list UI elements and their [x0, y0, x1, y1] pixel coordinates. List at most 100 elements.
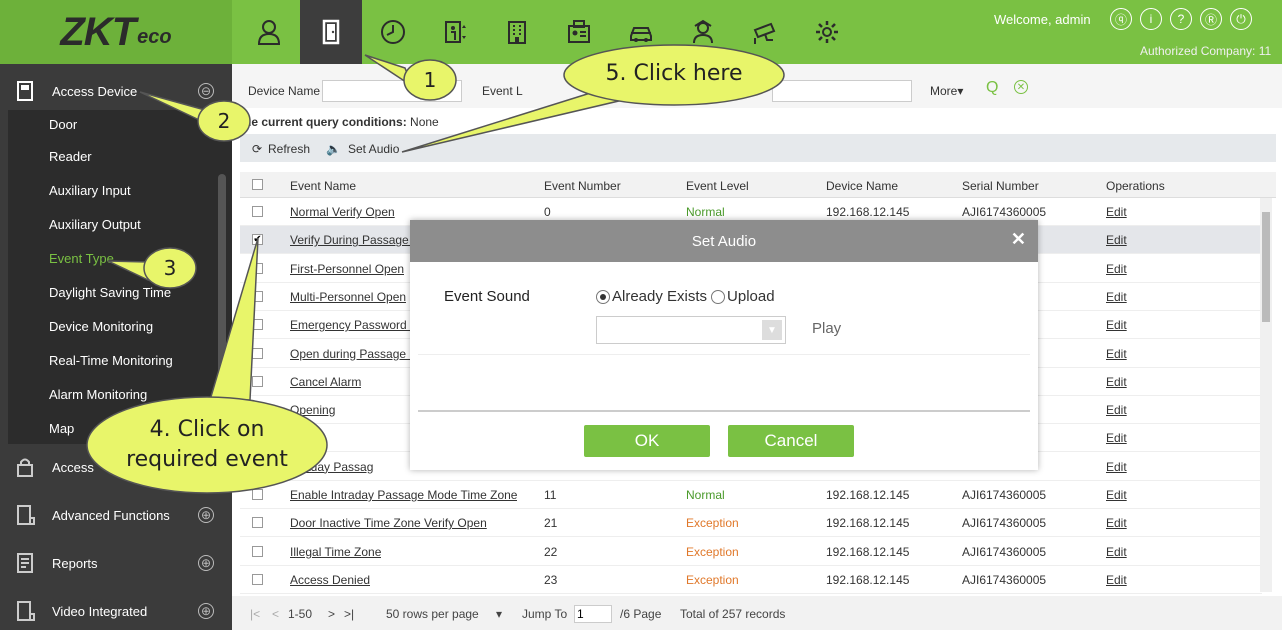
event-name[interactable]: Multi-Personnel Open — [290, 290, 406, 304]
row-checkbox[interactable] — [252, 319, 263, 331]
access-door-icon[interactable] — [300, 0, 362, 64]
clear-icon[interactable]: ✕ — [1014, 80, 1028, 94]
sidebar-item-device-monitoring[interactable]: Device Monitoring — [49, 319, 153, 334]
row-checkbox[interactable] — [252, 573, 263, 585]
expand-icon[interactable]: ⊕ — [198, 603, 214, 619]
set-audio-button[interactable]: Set Audio — [348, 142, 399, 156]
row-checkbox[interactable] — [252, 206, 263, 217]
first-page-button[interactable]: |< — [250, 607, 260, 621]
sidebar-item-alarm-monitoring[interactable]: Alarm Monitoring — [49, 387, 147, 402]
header-event-number[interactable]: Event Number — [544, 179, 621, 193]
header-event-level[interactable]: Event Level — [686, 179, 749, 193]
hotel-icon[interactable] — [486, 0, 548, 64]
event-name[interactable]: Door Inactive Time Zone Verify Open — [290, 516, 487, 530]
help-icon[interactable]: ? — [1170, 8, 1192, 30]
row-checkbox[interactable] — [252, 290, 263, 302]
personnel-icon[interactable] — [238, 0, 300, 64]
rows-per-page-arrow-icon[interactable]: ▾ — [496, 607, 502, 621]
table-row[interactable]: Enable Intraday Passage Mode Time Zone 11… — [240, 481, 1262, 509]
last-page-button[interactable]: >| — [344, 607, 354, 621]
camera-icon[interactable] — [734, 0, 796, 64]
edit-link[interactable]: Edit — [1106, 205, 1127, 219]
jump-to-input[interactable] — [574, 605, 612, 623]
row-checkbox[interactable] — [252, 404, 263, 416]
edit-link[interactable]: Edit — [1106, 318, 1127, 332]
refresh-button[interactable]: Refresh — [268, 142, 310, 156]
select-all-checkbox[interactable] — [252, 179, 263, 190]
sidebar-advanced-functions[interactable]: Advanced Functions ⊕ — [0, 492, 232, 538]
elevator-icon[interactable] — [424, 0, 486, 64]
scrollbar-thumb[interactable] — [1262, 212, 1270, 322]
header-serial-number[interactable]: Serial Number — [962, 179, 1039, 193]
sound-file-select[interactable]: ▼ — [596, 316, 786, 344]
upload-radio[interactable] — [711, 289, 726, 304]
sidebar-item-realtime-monitoring[interactable]: Real-Time Monitoring — [49, 353, 173, 368]
sidebar-video-integrated[interactable]: Video Integrated ⊕ — [0, 588, 232, 630]
refresh-icon[interactable]: ⟳ — [252, 142, 262, 156]
edit-link[interactable]: Edit — [1106, 375, 1127, 389]
sidebar-item-map[interactable]: Map — [49, 421, 74, 436]
row-checkbox[interactable] — [252, 517, 263, 529]
event-level-input[interactable] — [772, 80, 912, 102]
edit-link[interactable]: Edit — [1106, 545, 1127, 559]
row-checkbox[interactable] — [252, 489, 263, 500]
event-name[interactable]: Verify During Passage M — [290, 233, 422, 247]
event-name[interactable]: Open during Passage M — [290, 347, 419, 361]
more-dropdown[interactable]: More▾ — [930, 84, 963, 98]
edit-link[interactable]: Edit — [1106, 460, 1127, 474]
patrol-icon[interactable] — [672, 0, 734, 64]
expand-icon[interactable]: ⊕ — [198, 507, 214, 523]
search-icon[interactable]: Q — [986, 79, 998, 97]
register-icon[interactable]: Ⓡ — [1200, 8, 1222, 30]
sidebar-scrollbar[interactable] — [218, 174, 226, 444]
event-name[interactable]: Cancel Alarm — [290, 375, 361, 389]
edit-link[interactable]: Edit — [1106, 403, 1127, 417]
visitor-icon[interactable] — [548, 0, 610, 64]
sidebar-access-device[interactable]: Access Device ⊖ — [0, 68, 232, 114]
cancel-button[interactable]: Cancel — [728, 425, 854, 457]
parking-car-icon[interactable] — [610, 0, 672, 64]
prev-page-button[interactable]: < — [272, 607, 279, 621]
user-icon[interactable]: ⓠ — [1110, 8, 1132, 30]
event-name[interactable]: Normal Verify Open — [290, 205, 395, 219]
table-scrollbar[interactable] — [1260, 198, 1272, 592]
event-name[interactable]: Illegal Time Zone — [290, 545, 381, 559]
edit-link[interactable]: Edit — [1106, 431, 1127, 445]
sidebar-item-reader[interactable]: Reader — [49, 149, 92, 164]
info-icon[interactable]: i — [1140, 8, 1162, 30]
row-checkbox[interactable] — [252, 347, 263, 359]
already-exists-label[interactable]: Already Exists — [612, 288, 707, 305]
edit-link[interactable]: Edit — [1106, 516, 1127, 530]
sidebar-reports[interactable]: Reports ⊕ — [0, 540, 232, 586]
header-device-name[interactable]: Device Name — [826, 179, 898, 193]
event-name[interactable]: First-Personnel Open — [290, 262, 404, 276]
edit-link[interactable]: Edit — [1106, 290, 1127, 304]
edit-link[interactable]: Edit — [1106, 488, 1127, 502]
expand-icon[interactable]: ⊕ — [198, 555, 214, 571]
event-name[interactable]: Emergency Password O — [290, 318, 419, 332]
sidebar-item-event-type[interactable]: Event Type — [49, 251, 114, 266]
sidebar-item-daylight-saving[interactable]: Daylight Saving Time — [49, 285, 171, 300]
edit-link[interactable]: Edit — [1106, 262, 1127, 276]
edit-link[interactable]: Edit — [1106, 233, 1127, 247]
event-name[interactable]: Enable Intraday Passage Mode Time Zone — [290, 488, 517, 502]
table-row[interactable]: Illegal Time Zone 22 Exception 192.168.12.1… — [240, 538, 1262, 566]
edit-link[interactable]: Edit — [1106, 347, 1127, 361]
row-checkbox[interactable] — [252, 545, 263, 557]
row-checkbox[interactable] — [252, 375, 263, 387]
event-name[interactable]: Access Denied — [290, 573, 370, 587]
table-row[interactable]: Access Denied 23 Exception 192.168.12.145 AJ… — [240, 566, 1262, 594]
system-settings-icon[interactable] — [796, 0, 858, 64]
close-icon[interactable]: ✕ — [1011, 229, 1026, 250]
upload-label[interactable]: Upload — [727, 288, 775, 305]
power-icon[interactable]: ⏻ — [1230, 8, 1252, 30]
attendance-clock-icon[interactable] — [362, 0, 424, 64]
row-checkbox[interactable]: ✔ — [252, 234, 263, 246]
play-button[interactable]: Play — [812, 320, 841, 337]
sidebar-item-auxiliary-input[interactable]: Auxiliary Input — [49, 183, 131, 198]
next-page-button[interactable]: > — [328, 607, 335, 621]
edit-link[interactable]: Edit — [1106, 573, 1127, 587]
sidebar-item-auxiliary-output[interactable]: Auxiliary Output — [49, 217, 141, 232]
speaker-icon[interactable]: 🔈 — [326, 142, 341, 156]
row-checkbox[interactable] — [252, 262, 263, 274]
